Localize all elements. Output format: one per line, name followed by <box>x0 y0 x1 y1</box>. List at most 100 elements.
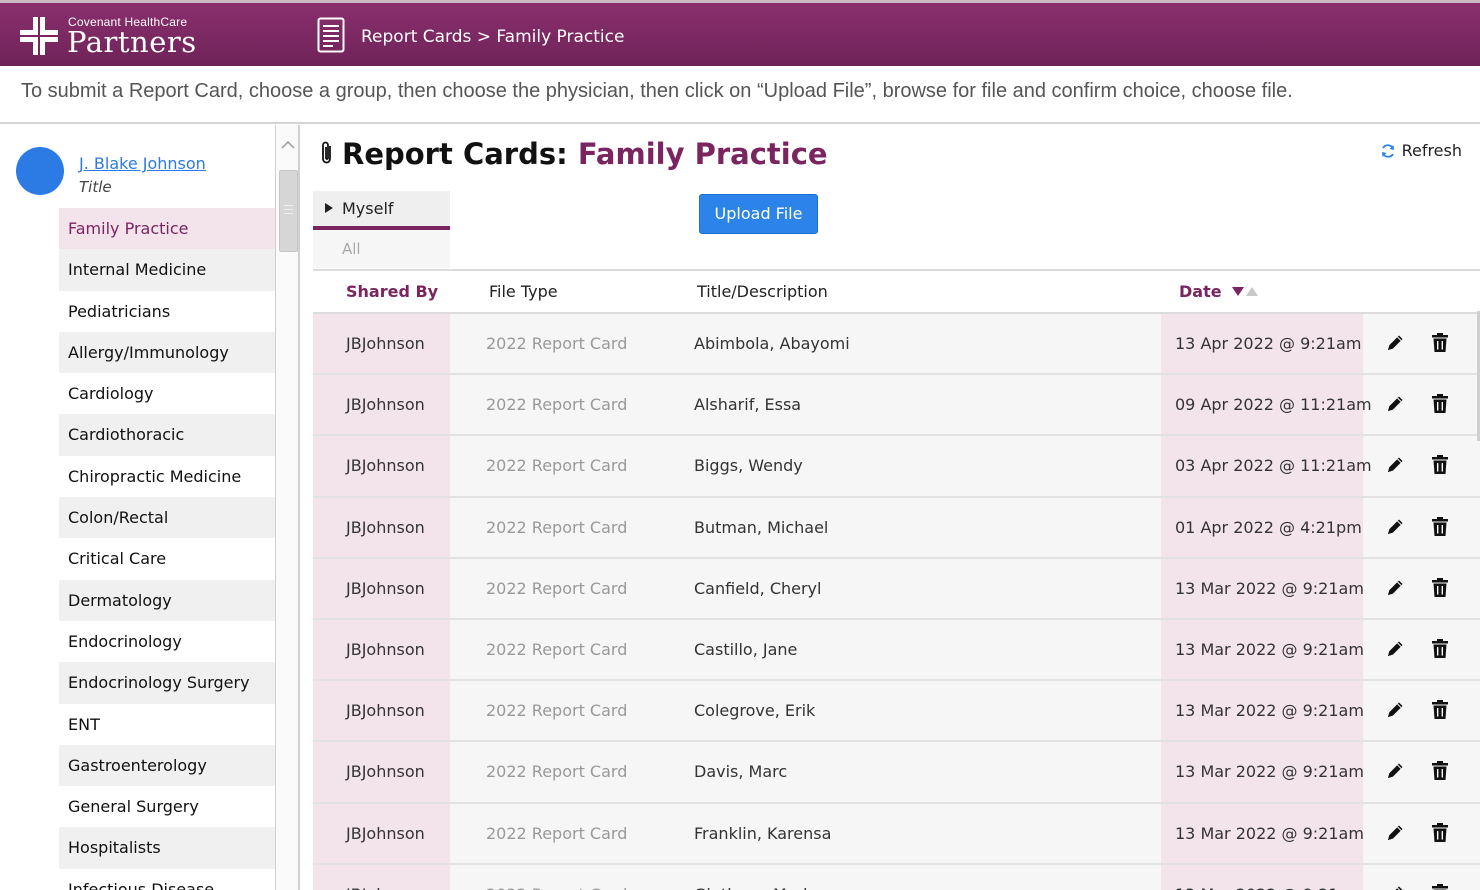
cell-date: 09 Apr 2022 @ 11:21am <box>1161 375 1372 435</box>
trash-icon <box>1432 761 1448 781</box>
cross-logo-icon <box>20 17 58 55</box>
delete-button[interactable] <box>1430 332 1450 354</box>
paperclip-icon <box>322 141 331 164</box>
cell-title: Butman, Michael <box>694 517 829 537</box>
app-header: Covenant HealthCare Partners Report Card… <box>0 0 1480 66</box>
sidebar-item-endocrinology[interactable]: Endocrinology <box>59 620 275 663</box>
col-date-label: Date <box>1179 282 1222 301</box>
table-body: JBJohnson 2022 Report Card Abimbola, Aba… <box>313 314 1480 890</box>
specialty-list: Family Practice Internal Medicine Pediat… <box>59 208 275 890</box>
sidebar-item-infectious-disease[interactable]: Infectious Disease <box>59 868 275 890</box>
edit-button[interactable] <box>1384 822 1406 844</box>
delete-button[interactable] <box>1430 638 1450 660</box>
col-file-type[interactable]: File Type <box>489 282 558 301</box>
table-row: JBJohnson 2022 Report Card Alsharif, Ess… <box>313 375 1480 437</box>
sidebar-scrollbar[interactable] <box>275 125 298 890</box>
sort-ascending-icon[interactable] <box>1245 287 1258 296</box>
trash-icon <box>1432 883 1448 890</box>
edit-button[interactable] <box>1384 883 1406 890</box>
cell-date: 13 Apr 2022 @ 9:21am <box>1161 314 1363 374</box>
scrollbar-thumb[interactable] <box>279 170 298 252</box>
cell-file-type: 2022 Report Card <box>486 762 628 782</box>
pencil-icon <box>1388 580 1403 595</box>
edit-button[interactable] <box>1384 699 1406 721</box>
cell-date: 13 Mar 2022 @ 9:21am <box>1161 681 1364 741</box>
edit-button[interactable] <box>1384 516 1406 538</box>
delete-button[interactable] <box>1430 822 1450 844</box>
cell-title: Alsharif, Essa <box>694 395 802 415</box>
col-title[interactable]: Title/Description <box>697 282 828 301</box>
sidebar-item-chiropractic-medicine[interactable]: Chiropractic Medicine <box>59 455 275 498</box>
delete-button[interactable] <box>1430 454 1450 476</box>
sidebar-item-ent[interactable]: ENT <box>59 703 275 745</box>
pencil-icon <box>1388 519 1403 534</box>
cell-shared-by: JBJohnson <box>313 803 450 863</box>
sidebar-item-dermatology[interactable]: Dermatology <box>59 579 275 621</box>
cell-title: Gintham, Mark <box>694 865 812 890</box>
document-icon <box>317 17 345 53</box>
col-date[interactable]: Date <box>1179 282 1258 301</box>
table-row: JBJohnson 2022 Report Card Butman, Micha… <box>313 497 1480 559</box>
sort-descending-icon[interactable] <box>1231 287 1244 296</box>
edit-button[interactable] <box>1384 454 1406 476</box>
delete-button[interactable] <box>1430 577 1450 599</box>
cell-title: Davis, Marc <box>694 762 788 782</box>
page-title-prefix: Report Cards: <box>342 137 578 171</box>
edit-button[interactable] <box>1384 332 1406 354</box>
cell-date: 13 Mar 2022 @ 9:21am <box>1161 619 1364 680</box>
main-panel: Report Cards: Family Practice Refresh My… <box>302 125 1480 890</box>
delete-button[interactable] <box>1430 883 1450 890</box>
refresh-button[interactable]: Refresh <box>1380 141 1462 160</box>
cell-title: Canfield, Cheryl <box>694 578 822 598</box>
cell-shared-by: JBJohnson <box>313 436 450 496</box>
trash-icon <box>1432 577 1448 597</box>
cell-shared-by: JBJohnson <box>313 314 450 374</box>
cell-shared-by: JBJohnson <box>313 375 450 435</box>
trash-icon <box>1432 455 1448 475</box>
sidebar-item-cardiothoracic[interactable]: Cardiothoracic <box>59 414 275 456</box>
cell-title: Franklin, Karensa <box>694 823 832 843</box>
edit-button[interactable] <box>1384 393 1406 415</box>
delete-button[interactable] <box>1430 516 1450 538</box>
cell-title: Abimbola, Abayomi <box>694 334 850 353</box>
sidebar-item-allergy-immunology[interactable]: Allergy/Immunology <box>59 331 275 374</box>
refresh-icon <box>1381 144 1394 158</box>
trash-icon <box>1432 638 1448 658</box>
edit-button[interactable] <box>1384 638 1406 660</box>
sidebar-item-hospitalists[interactable]: Hospitalists <box>59 827 275 869</box>
sidebar-item-internal-medicine[interactable]: Internal Medicine <box>59 249 275 291</box>
sidebar-item-critical-care[interactable]: Critical Care <box>59 538 275 580</box>
cell-shared-by: JBJohnson <box>313 681 450 741</box>
brand-logo[interactable]: Covenant HealthCare Partners <box>20 15 200 59</box>
pencil-icon <box>1388 702 1403 718</box>
delete-button[interactable] <box>1430 699 1450 721</box>
edit-button[interactable] <box>1384 760 1406 782</box>
sidebar-item-pediatricians[interactable]: Pediatricians <box>59 290 275 332</box>
cell-date: 03 Apr 2022 @ 11:21am <box>1161 436 1372 496</box>
sidebar-item-endocrinology-surgery[interactable]: Endocrinology Surgery <box>59 662 275 704</box>
pencil-icon <box>1388 457 1403 473</box>
cell-date: 13 Mar 2022 @ 9:21am <box>1161 864 1364 890</box>
sidebar-item-general-surgery[interactable]: General Surgery <box>59 786 275 828</box>
tab-myself[interactable]: Myself <box>313 191 450 230</box>
table-row: JBJohnson 2022 Report Card Abimbola, Aba… <box>313 314 1480 376</box>
tab-all[interactable]: All <box>313 230 450 268</box>
cell-file-type: 2022 Report Card <box>486 456 628 476</box>
cell-date: 01 Apr 2022 @ 4:21pm <box>1161 497 1363 557</box>
edit-button[interactable] <box>1384 577 1406 599</box>
cell-file-type: 2022 Report Card <box>486 639 628 659</box>
sidebar-item-colon-rectal[interactable]: Colon/Rectal <box>59 497 275 539</box>
page-title: Report Cards: Family Practice <box>320 137 828 171</box>
delete-button[interactable] <box>1430 760 1450 782</box>
avatar <box>16 147 64 195</box>
user-name-link[interactable]: J. Blake Johnson <box>79 154 206 173</box>
delete-button[interactable] <box>1430 393 1450 415</box>
col-shared-by[interactable]: Shared By <box>346 282 438 301</box>
table-row: JBJohnson 2022 Report Card Biggs, Wendy … <box>313 436 1480 498</box>
sidebar-item-family-practice[interactable]: Family Practice <box>59 208 275 250</box>
chevron-up-icon[interactable] <box>280 137 296 153</box>
upload-file-button[interactable]: Upload File <box>699 194 818 234</box>
pencil-icon <box>1388 396 1403 412</box>
sidebar-item-gastroenterology[interactable]: Gastroenterology <box>59 744 275 787</box>
sidebar-item-cardiology[interactable]: Cardiology <box>59 373 275 415</box>
